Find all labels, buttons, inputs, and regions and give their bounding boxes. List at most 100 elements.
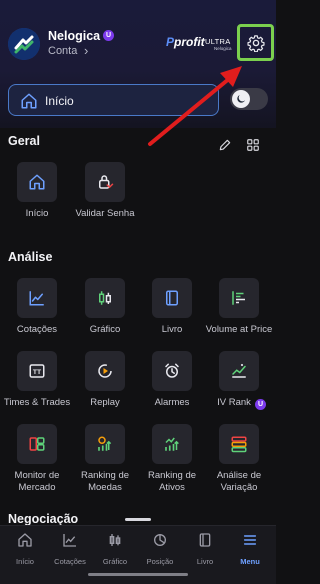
tab-grafico[interactable]: Gráfico (92, 532, 138, 566)
profit-p-icon: P (166, 35, 175, 49)
home-shortcut-button[interactable]: Início (8, 84, 219, 116)
menu-item-ranking-de-ativos[interactable]: Ranking de Ativos (137, 424, 207, 493)
grid-icon[interactable] (246, 138, 260, 152)
tile-box (219, 424, 259, 464)
tab-inicio[interactable]: Início (2, 532, 48, 566)
menu-icon (243, 535, 257, 545)
ultra-badge: U (255, 399, 266, 410)
tile-box (219, 278, 259, 318)
tab-posicao[interactable]: Posição (137, 532, 183, 566)
home-shortcut-label: Início (45, 94, 74, 108)
svg-text:TT: TT (33, 369, 42, 376)
monitor-icon (29, 437, 45, 451)
ultra-badge: U (103, 30, 114, 41)
line-chart-icon (63, 534, 76, 547)
tile-box (17, 278, 57, 318)
book-icon (166, 290, 178, 306)
menu-item-iv-rank[interactable]: IV Rank U (204, 351, 274, 410)
brand-owner: Nelogica (214, 46, 232, 51)
tab-menu[interactable]: Menu (227, 532, 273, 566)
home-indicator (88, 573, 188, 576)
chevron-right-icon[interactable]: › (84, 43, 88, 58)
nelogica-logo-icon (8, 28, 40, 60)
menu-item-cotacoes[interactable]: Cotações (2, 278, 72, 336)
tab-label: Início (16, 557, 34, 566)
tab-label: Posição (146, 557, 174, 566)
tile-box (85, 424, 125, 464)
brand-tier: ULTRA (205, 37, 231, 46)
sheet-drag-handle[interactable] (125, 518, 151, 521)
moon-icon (237, 95, 245, 103)
tile-box: TT (17, 351, 57, 391)
menu-item-ranking-de-moedas[interactable]: Ranking de Moedas (70, 424, 140, 493)
account-link[interactable]: Conta (48, 45, 77, 57)
menu-item-validar-senha[interactable]: Validar Senha (70, 162, 140, 220)
tile-box (85, 278, 125, 318)
pie-chart-icon (154, 534, 166, 546)
menu-item-volume-at-price[interactable]: Volume at Price (204, 278, 274, 336)
tile-box (85, 351, 125, 391)
book-icon (199, 533, 211, 547)
menu-item-alarmes[interactable]: Alarmes (137, 351, 207, 409)
tab-livro[interactable]: Livro (182, 532, 228, 566)
menu-item-analise-de-variacao[interactable]: Análise de Variação (204, 424, 274, 493)
toggle-knob (232, 90, 250, 108)
tile-label: Validar Senha (75, 208, 135, 219)
tile-box (17, 424, 57, 464)
tile-label: Volume at Price (205, 324, 273, 335)
tab-label: Gráfico (102, 557, 128, 566)
tab-label: Cotações (54, 557, 86, 566)
tile-box (85, 162, 125, 202)
gear-icon (246, 34, 265, 52)
menu-item-monitor-de-mercado[interactable]: Monitor de Mercado (2, 424, 72, 493)
replay-icon (98, 364, 112, 378)
asset-ranking-icon (165, 437, 179, 451)
tile-label: Alarmes (154, 397, 190, 408)
section-title-geral: Geral (8, 134, 40, 148)
tile-box (152, 424, 192, 464)
volume-bars-icon (232, 291, 245, 305)
menu-item-grafico[interactable]: Gráfico (70, 278, 140, 336)
menu-item-inicio[interactable]: Início (2, 162, 72, 220)
brand-logo: Pprofit ULTRA Nelogica (166, 35, 234, 53)
tab-label: Menu (240, 557, 260, 566)
line-chart-icon (29, 291, 44, 306)
coin-ranking-icon (98, 436, 112, 451)
tile-box (219, 351, 259, 391)
tile-label: Times & Trades (3, 397, 71, 408)
tab-label: Livro (196, 557, 214, 566)
home-icon (29, 174, 45, 190)
tile-label: Ranking de Ativos (147, 470, 197, 493)
tt-icon: TT (29, 364, 45, 378)
tile-label: Livro (161, 324, 183, 335)
menu-item-replay[interactable]: Replay (70, 351, 140, 409)
app-header: Nelogica U Conta › Pprofit ULTRA Nelogic… (0, 0, 276, 128)
home-icon (21, 93, 37, 109)
tab-cotacoes[interactable]: Cotações (47, 532, 93, 566)
tile-box (152, 351, 192, 391)
tile-label: Gráfico (89, 324, 121, 335)
section-title-negociacao: Negociação (8, 512, 79, 526)
lock-check-icon (99, 175, 114, 189)
iv-rank-icon (232, 363, 246, 378)
brand-name: profit (174, 35, 205, 49)
section-title-analise: Análise (8, 250, 53, 264)
account-avatar[interactable] (8, 28, 40, 60)
variation-icon (231, 436, 247, 453)
brand-wordmark: Pprofit (166, 35, 205, 49)
account-name[interactable]: Nelogica (48, 29, 100, 43)
tile-label: Monitor de Mercado (14, 470, 60, 493)
menu-item-times-trades[interactable]: TT Times & Trades (2, 351, 72, 409)
home-icon (18, 533, 32, 547)
settings-button[interactable] (237, 24, 274, 61)
tile-label: Análise de Variação (216, 470, 262, 493)
candlestick-icon (99, 291, 111, 305)
menu-item-livro[interactable]: Livro (137, 278, 207, 336)
tile-label: Início (25, 208, 49, 219)
tile-box (152, 278, 192, 318)
alarm-icon (165, 363, 179, 378)
candlestick-icon (109, 534, 121, 546)
pencil-icon[interactable] (218, 138, 232, 152)
tile-box (17, 162, 57, 202)
theme-toggle[interactable] (230, 88, 268, 110)
